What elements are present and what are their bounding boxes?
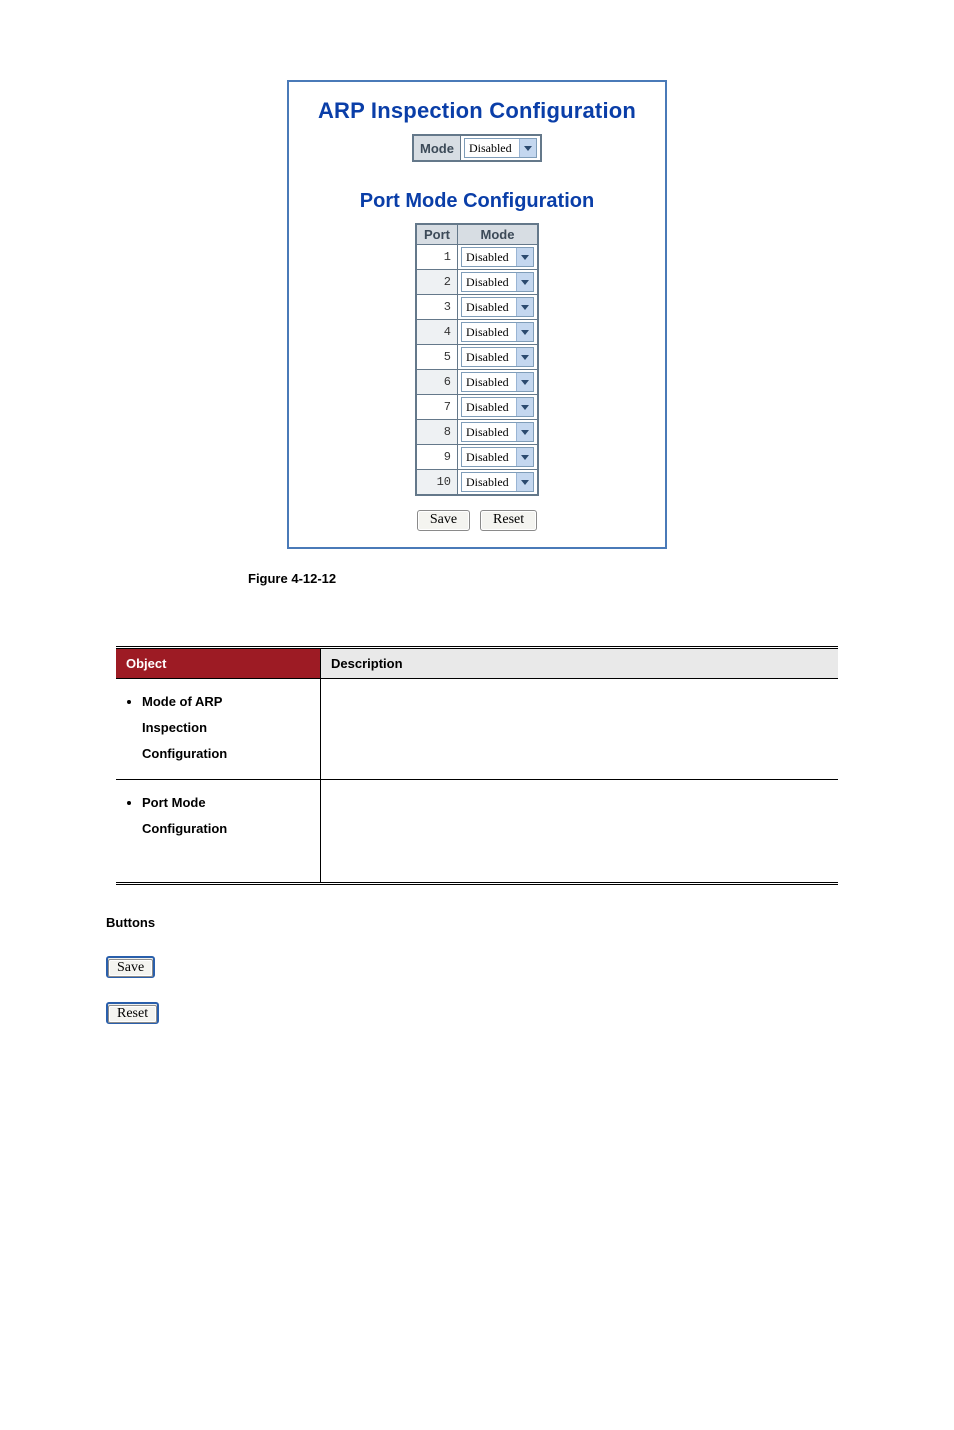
port-cell: 7 (416, 395, 458, 420)
port-mode-value: Disabled (462, 473, 516, 491)
global-mode-header: Mode (413, 135, 460, 161)
arp-inspection-panel: ARP Inspection Configuration Mode Disabl… (287, 80, 667, 549)
table-row: Mode of ARP Inspection Configuration (116, 679, 838, 780)
object-item: Mode of ARP Inspection Configuration (142, 689, 312, 767)
buttons-heading: Buttons (106, 915, 954, 930)
global-mode-table: Mode Disabled (412, 134, 542, 162)
port-cell: 2 (416, 270, 458, 295)
table-row: 6 Disabled (416, 370, 538, 395)
table-row: 1 Disabled (416, 245, 538, 270)
port-cell: 4 (416, 320, 458, 345)
chevron-down-icon (516, 448, 533, 466)
chevron-down-icon (516, 348, 533, 366)
panel-subtitle: Port Mode Configuration (297, 190, 657, 213)
table-row: 5 Disabled (416, 345, 538, 370)
port-mode-select[interactable]: Disabled (461, 272, 534, 292)
port-mode-value: Disabled (462, 348, 516, 366)
port-mode-value: Disabled (462, 398, 516, 416)
port-mode-select[interactable]: Disabled (461, 472, 534, 492)
table-row: 7 Disabled (416, 395, 538, 420)
port-cell: 10 (416, 470, 458, 496)
port-mode-value: Disabled (462, 298, 516, 316)
description-header: Description (321, 648, 839, 679)
table-row: 10 Disabled (416, 470, 538, 496)
reset-button-illustration: Reset (106, 1002, 159, 1024)
port-mode-select[interactable]: Disabled (461, 422, 534, 442)
port-mode-select[interactable]: Disabled (461, 247, 534, 267)
mode-header: Mode (458, 224, 539, 245)
port-mode-value: Disabled (462, 273, 516, 291)
port-mode-select[interactable]: Disabled (461, 397, 534, 417)
table-row: 3 Disabled (416, 295, 538, 320)
table-row: Port Mode Configuration (116, 780, 838, 884)
object-item: Port Mode Configuration (142, 790, 312, 842)
port-mode-select[interactable]: Disabled (461, 447, 534, 467)
port-cell: 9 (416, 445, 458, 470)
port-mode-select[interactable]: Disabled (461, 297, 534, 317)
chevron-down-icon (516, 248, 533, 266)
save-button[interactable]: Save (417, 510, 470, 531)
chevron-down-icon (516, 398, 533, 416)
figure-caption: Figure 4-12-12 (248, 571, 954, 586)
object-header: Object (116, 648, 321, 679)
port-mode-value: Disabled (462, 248, 516, 266)
save-button-illustration: Save (106, 956, 155, 978)
port-cell: 8 (416, 420, 458, 445)
port-mode-value: Disabled (462, 448, 516, 466)
chevron-down-icon (516, 323, 533, 341)
description-table: Object Description Mode of ARP Inspectio… (116, 646, 838, 885)
port-mode-select[interactable]: Disabled (461, 322, 534, 342)
description-cell (321, 679, 839, 780)
port-mode-table: Port Mode 1 Disabled 2 Disabled 3 (415, 223, 539, 496)
chevron-down-icon (516, 423, 533, 441)
table-row: 8 Disabled (416, 420, 538, 445)
reset-button[interactable]: Reset (480, 510, 537, 531)
port-mode-select[interactable]: Disabled (461, 372, 534, 392)
table-row: 2 Disabled (416, 270, 538, 295)
description-cell (321, 780, 839, 884)
global-mode-select[interactable]: Disabled (464, 138, 537, 158)
port-cell: 1 (416, 245, 458, 270)
port-cell: 6 (416, 370, 458, 395)
chevron-down-icon (516, 373, 533, 391)
panel-title: ARP Inspection Configuration (297, 98, 657, 124)
port-mode-value: Disabled (462, 373, 516, 391)
port-mode-select[interactable]: Disabled (461, 347, 534, 367)
chevron-down-icon (519, 139, 536, 157)
port-header: Port (416, 224, 458, 245)
port-mode-value: Disabled (462, 423, 516, 441)
global-mode-value: Disabled (465, 139, 519, 157)
port-mode-value: Disabled (462, 323, 516, 341)
table-row: 9 Disabled (416, 445, 538, 470)
buttons-section: Buttons Save Reset (106, 915, 954, 1048)
port-cell: 5 (416, 345, 458, 370)
chevron-down-icon (516, 473, 533, 491)
port-cell: 3 (416, 295, 458, 320)
chevron-down-icon (516, 298, 533, 316)
chevron-down-icon (516, 273, 533, 291)
table-row: 4 Disabled (416, 320, 538, 345)
